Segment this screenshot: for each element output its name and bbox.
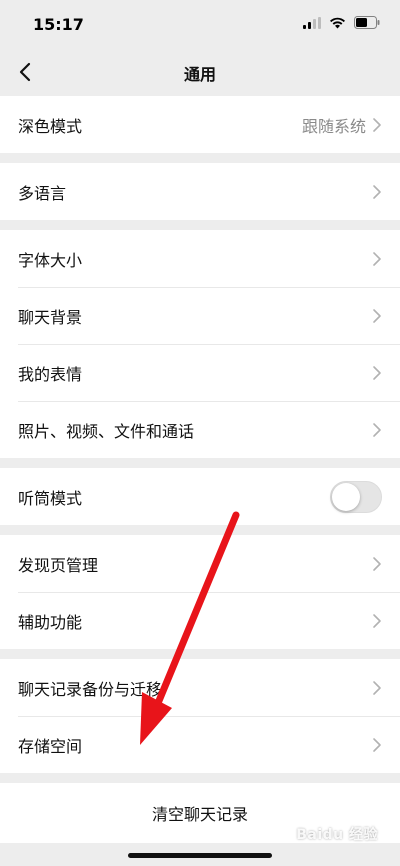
chevron-right-icon — [373, 184, 381, 199]
setting-label: 深色模式 — [18, 116, 83, 136]
chevron-right-icon — [373, 556, 381, 571]
nav-bar: 通用 — [0, 48, 400, 96]
setting-label: 听筒模式 — [18, 488, 83, 508]
page-title: 通用 — [183, 65, 216, 84]
wifi-icon — [330, 17, 345, 28]
settings-group-chat-appearance: 字体大小 聊天背景 我的表情 照片、视频、文件和通话 — [0, 230, 400, 458]
chevron-right-icon — [373, 422, 381, 437]
home-indicator — [128, 853, 272, 858]
chevron-right-icon — [373, 251, 381, 266]
chevron-right-icon — [373, 308, 381, 323]
status-icons — [303, 16, 380, 29]
chevron-right-icon — [373, 680, 381, 695]
settings-group-storage: 聊天记录备份与迁移 存储空间 — [0, 659, 400, 773]
settings-group-earpiece: 听筒模式 — [0, 468, 400, 525]
chevron-right-icon — [373, 117, 381, 132]
setting-earpiece-mode: 听筒模式 — [0, 468, 400, 525]
earpiece-mode-toggle[interactable] — [330, 480, 382, 513]
setting-chat-background[interactable]: 聊天背景 — [0, 287, 400, 344]
setting-language[interactable]: 多语言 — [0, 163, 400, 220]
setting-my-stickers[interactable]: 我的表情 — [0, 344, 400, 401]
setting-label: 聊天背景 — [18, 307, 83, 327]
cellular-signal-icon — [303, 16, 321, 29]
setting-label: 存储空间 — [18, 736, 83, 756]
setting-value: 跟随系统 — [301, 116, 366, 136]
setting-accessibility[interactable]: 辅助功能 — [0, 592, 400, 649]
setting-storage-space[interactable]: 存储空间 — [0, 716, 400, 773]
settings-group-language: 多语言 — [0, 163, 400, 220]
setting-chat-backup-migration[interactable]: 聊天记录备份与迁移 — [0, 659, 400, 716]
chevron-right-icon — [373, 613, 381, 628]
status-time: 15:17 — [33, 15, 84, 34]
setting-label: 照片、视频、文件和通话 — [18, 421, 195, 441]
chevron-right-icon — [373, 365, 381, 380]
baidu-watermark: Baidu 经验 — [296, 827, 378, 843]
chevron-right-icon — [373, 737, 381, 752]
setting-label: 字体大小 — [18, 250, 83, 270]
setting-label: 聊天记录备份与迁移 — [18, 679, 163, 699]
setting-label: 发现页管理 — [18, 555, 99, 575]
settings-group-display: 深色模式 跟随系统 — [0, 96, 400, 153]
clear-chat-history-label: 清空聊天记录 — [151, 805, 248, 824]
setting-label: 辅助功能 — [18, 612, 83, 632]
setting-media-files-calls[interactable]: 照片、视频、文件和通话 — [0, 401, 400, 458]
battery-icon — [354, 16, 380, 29]
toggle-knob — [332, 482, 360, 511]
setting-label: 多语言 — [18, 183, 67, 203]
setting-font-size[interactable]: 字体大小 — [0, 230, 400, 287]
setting-label: 我的表情 — [18, 364, 83, 384]
settings-group-discover: 发现页管理 辅助功能 — [0, 535, 400, 649]
setting-dark-mode[interactable]: 深色模式 跟随系统 — [0, 96, 400, 153]
setting-discover-management[interactable]: 发现页管理 — [0, 535, 400, 592]
status-bar: 15:17 — [0, 0, 400, 48]
